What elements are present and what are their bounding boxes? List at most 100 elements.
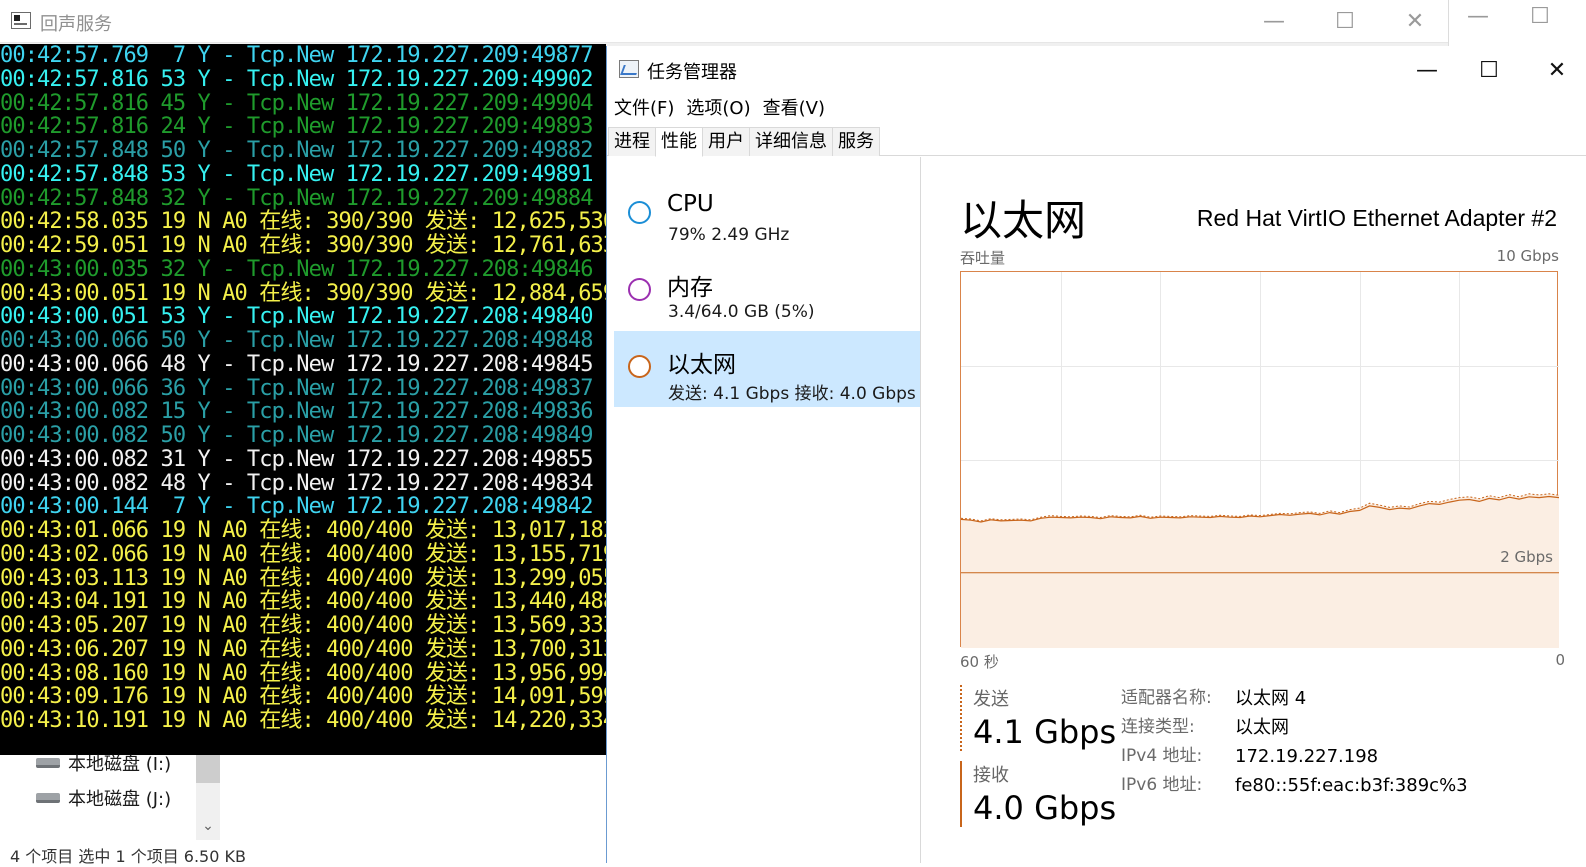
- scrollbar-thumb[interactable]: [196, 755, 220, 783]
- explorer-status: 4 个项目 选中 1 个项目 6.50 KB: [10, 847, 246, 866]
- throughput-label: 吞吐量: [960, 249, 1006, 267]
- performance-sidebar: CPU 79% 2.49 GHz 内存 3.4/64.0 GB (5%) 以太网…: [607, 157, 921, 863]
- maximize-button[interactable]: ☐: [1511, 0, 1569, 36]
- console-app-icon: [11, 12, 31, 29]
- tab-processes[interactable]: 进程: [608, 127, 656, 156]
- console-line: 00:43:09.176 19 N A0 在线: 400/400 发送: 14,…: [0, 684, 606, 710]
- tab-bar: 进程 性能 用户 详细信息 服务: [607, 127, 1586, 157]
- console-line: 00:43:00.082 15 Y - Tcp.New 172.19.227.2…: [0, 399, 593, 425]
- background-window-titlebar: — ☐: [1448, 0, 1586, 46]
- task-manager-titlebar[interactable]: 任务管理器 — ☐ ✕: [607, 46, 1586, 94]
- close-button[interactable]: ✕: [1527, 46, 1586, 94]
- console-line: 00:42:57.816 53 Y - Tcp.New 172.19.227.2…: [0, 66, 593, 92]
- y-mid-label: 2 Gbps: [1500, 548, 1553, 566]
- chevron-down-icon[interactable]: ⌄: [196, 813, 220, 837]
- sidebar-item-sub: 3.4/64.0 GB (5%): [668, 302, 815, 322]
- console-output[interactable]: 00:42:57.769 7 Y - Tcp.New 172.19.227.20…: [0, 44, 606, 755]
- detail-row-connection: 连接类型: 以太网: [1121, 713, 1468, 742]
- drive-item-j[interactable]: 本地磁盘 (J:): [36, 783, 171, 813]
- minimize-button[interactable]: —: [1449, 0, 1507, 36]
- task-manager-title: 任务管理器: [647, 62, 737, 83]
- tab-services[interactable]: 服务: [832, 127, 880, 156]
- tab-users[interactable]: 用户: [702, 127, 750, 156]
- task-manager-icon: [619, 60, 639, 78]
- throughput-graph[interactable]: 2 Gbps: [960, 271, 1559, 648]
- console-line: 00:43:04.191 19 N A0 在线: 400/400 发送: 13,…: [0, 589, 606, 615]
- x-left-label: 60 秒: [960, 653, 999, 671]
- hard-drive-icon: [36, 758, 60, 768]
- console-title: 回声服务: [40, 14, 112, 35]
- console-titlebar[interactable]: 回声服务 — ☐ ✕: [0, 0, 1448, 43]
- drive-label: 本地磁盘 (J:): [68, 789, 172, 810]
- maximize-button[interactable]: ☐: [1316, 0, 1374, 43]
- console-line: 00:43:02.066 19 N A0 在线: 400/400 发送: 13,…: [0, 541, 606, 567]
- console-line: 00:43:00.051 53 Y - Tcp.New 172.19.227.2…: [0, 304, 593, 330]
- sidebar-item-name: 内存: [667, 275, 713, 301]
- console-line: 00:43:00.082 31 Y - Tcp.New 172.19.227.2…: [0, 446, 593, 472]
- menu-file[interactable]: 文件(F): [614, 94, 674, 119]
- console-line: 00:42:57.769 7 Y - Tcp.New 172.19.227.20…: [0, 44, 593, 68]
- tab-performance[interactable]: 性能: [655, 127, 703, 157]
- menu-options[interactable]: 选项(O): [686, 94, 750, 119]
- sidebar-item-sub: 发送: 4.1 Gbps 接收: 4.0 Gbps: [668, 384, 916, 404]
- detail-value: fe80::55f:eac:b3f:389c%3: [1235, 775, 1468, 796]
- adapter-details: 适配器名称: 以太网 4 连接类型: 以太网 IPv4 地址: 172.19.2…: [1121, 684, 1468, 800]
- detail-key: IPv6 地址:: [1121, 775, 1203, 795]
- console-line: 00:43:01.066 19 N A0 在线: 400/400 发送: 13,…: [0, 518, 606, 543]
- drive-item-i[interactable]: 本地磁盘 (I:): [36, 748, 171, 778]
- detail-value: 172.19.227.198: [1235, 746, 1379, 767]
- console-line: 00:43:10.191 19 N A0 在线: 400/400 发送: 14,…: [0, 708, 606, 733]
- menu-view[interactable]: 查看(V): [763, 94, 825, 119]
- console-line: 00:42:57.848 53 Y - Tcp.New 172.19.227.2…: [0, 161, 593, 187]
- detail-value: 以太网 4: [1235, 688, 1307, 709]
- send-stat: 发送 4.1 Gbps: [960, 685, 1116, 751]
- console-line: 00:43:03.113 19 N A0 在线: 400/400 发送: 13,…: [0, 565, 606, 591]
- sidebar-item-cpu[interactable]: CPU 79% 2.49 GHz: [614, 177, 920, 253]
- close-button[interactable]: ✕: [1386, 0, 1444, 43]
- console-line: 00:43:00.082 50 Y - Tcp.New 172.19.227.2…: [0, 423, 593, 448]
- page-title: 以太网: [960, 196, 1087, 245]
- console-line: 00:42:57.816 45 Y - Tcp.New 172.19.227.2…: [0, 90, 593, 116]
- console-line: 00:43:00.144 7 Y - Tcp.New 172.19.227.20…: [0, 494, 593, 520]
- sidebar-item-ethernet[interactable]: 以太网 发送: 4.1 Gbps 接收: 4.0 Gbps: [614, 331, 920, 407]
- console-line: 00:43:00.066 36 Y - Tcp.New 172.19.227.2…: [0, 375, 593, 401]
- console-line: 00:43:00.035 32 Y - Tcp.New 172.19.227.2…: [0, 256, 593, 282]
- detail-key: 连接类型:: [1121, 717, 1195, 737]
- recv-label: 接收: [973, 765, 1009, 786]
- ethernet-indicator-icon: [628, 355, 651, 378]
- detail-key: 适配器名称:: [1121, 688, 1212, 708]
- recv-stat: 接收 4.0 Gbps: [960, 761, 1117, 827]
- cpu-indicator-icon: [628, 201, 651, 224]
- memory-indicator-icon: [628, 278, 651, 301]
- menu-bar: 文件(F) 选项(O) 查看(V): [607, 94, 1586, 119]
- sidebar-item-memory[interactable]: 内存 3.4/64.0 GB (5%): [614, 254, 920, 330]
- console-line: 00:42:58.035 19 N A0 在线: 390/390 发送: 12,…: [0, 209, 606, 235]
- detail-value: 以太网: [1235, 717, 1289, 738]
- drive-label: 本地磁盘 (I:): [68, 754, 172, 775]
- console-line: 00:42:57.848 50 Y - Tcp.New 172.19.227.2…: [0, 138, 593, 163]
- console-line: 00:43:00.082 48 Y - Tcp.New 172.19.227.2…: [0, 470, 593, 496]
- throughput-chart: [961, 272, 1559, 648]
- recv-value: 4.0 Gbps: [973, 789, 1117, 827]
- explorer-background: 本地磁盘 (I:) 本地磁盘 (J:) ⌄ 4 个项目 选中 1 个项目 6.5…: [0, 754, 606, 866]
- console-line: 00:42:57.848 32 Y - Tcp.New 172.19.227.2…: [0, 185, 593, 211]
- detail-row-ipv6: IPv6 地址: fe80::55f:eac:b3f:389c%3: [1121, 771, 1468, 800]
- ethernet-detail-panel: 以太网 Red Hat VirtIO Ethernet Adapter #2 吞…: [922, 157, 1586, 863]
- hard-drive-icon: [36, 793, 60, 803]
- minimize-button[interactable]: —: [1397, 46, 1457, 94]
- detail-key: IPv4 地址:: [1121, 746, 1203, 766]
- console-line: 00:43:06.207 19 N A0 在线: 400/400 发送: 13,…: [0, 636, 606, 662]
- maximize-button[interactable]: ☐: [1459, 46, 1519, 94]
- adapter-name: Red Hat VirtIO Ethernet Adapter #2: [1196, 205, 1557, 231]
- minimize-button[interactable]: —: [1245, 0, 1303, 43]
- y-max-label: 10 Gbps: [1496, 247, 1559, 265]
- send-label: 发送: [973, 689, 1009, 710]
- sidebar-item-name: 以太网: [667, 352, 736, 378]
- console-line: 00:43:00.051 19 N A0 在线: 390/390 发送: 12,…: [0, 280, 606, 306]
- detail-row-ipv4: IPv4 地址: 172.19.227.198: [1121, 742, 1468, 771]
- tab-details[interactable]: 详细信息: [749, 127, 833, 156]
- console-line: 00:43:00.066 48 Y - Tcp.New 172.19.227.2…: [0, 351, 593, 377]
- task-manager-window: 任务管理器 — ☐ ✕ 文件(F) 选项(O) 查看(V) 进程 性能 用户 详…: [606, 46, 1586, 863]
- console-line: 00:42:59.051 19 N A0 在线: 390/390 发送: 12,…: [0, 233, 606, 258]
- console-line: 00:43:00.066 50 Y - Tcp.New 172.19.227.2…: [0, 328, 593, 353]
